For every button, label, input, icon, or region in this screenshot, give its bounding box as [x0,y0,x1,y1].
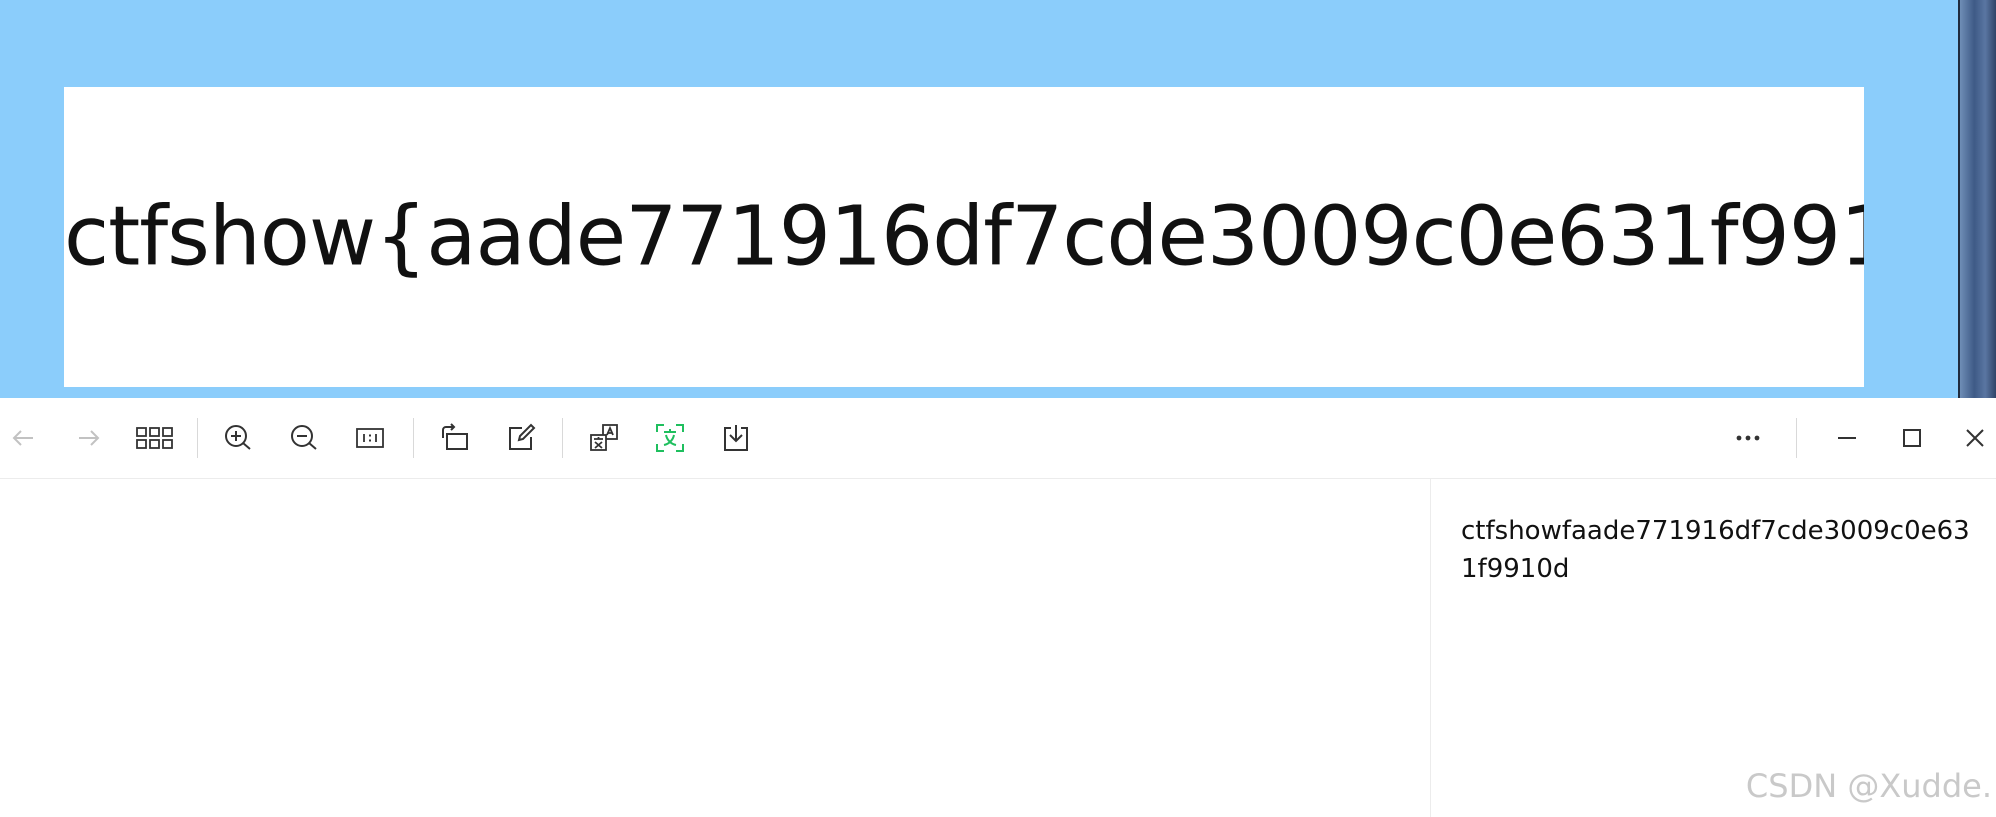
zoom-in-button[interactable] [216,416,260,460]
back-button[interactable] [1,416,45,460]
actual-size-button[interactable] [348,416,392,460]
displayed-image: ctfshow{aade771916df7cde3009c0e631f9910d… [64,87,1864,387]
maximize-icon [1903,429,1921,447]
minimize-icon [1838,437,1856,439]
ocr-result-text[interactable]: ctfshowfaade771916df7cde3009c0e631f9910d [1461,512,1981,588]
arrow-right-icon [79,430,100,446]
translate-button[interactable] [582,416,626,460]
more-icon [1736,435,1760,441]
save-button[interactable] [714,416,758,460]
rotate-button[interactable] [433,416,477,460]
edit-button[interactable] [499,416,543,460]
zoom-out-icon [291,425,317,450]
download-icon [724,425,748,451]
watermark: CSDN @Xudde. [1745,767,1992,805]
ocr-result-panel: ctfshowfaade771916df7cde3009c0e631f9910d… [1431,479,1996,817]
maximize-button[interactable] [1890,416,1934,460]
image-flag-text: ctfshow{aade771916df7cde3009c0e631f9910d… [64,189,1864,285]
image-canvas: ctfshow{aade771916df7cde3009c0e631f9910d… [0,0,1996,398]
more-button[interactable] [1726,416,1770,460]
minimize-button[interactable] [1825,416,1869,460]
toolbar-separator [1796,418,1797,458]
viewer-toolbar [0,398,1996,479]
translate-icon [590,424,618,451]
arrow-left-icon [12,430,33,446]
grid-icon [136,427,173,449]
desktop-background-edge [1960,0,1996,398]
close-button[interactable] [1955,416,1995,460]
ocr-icon [656,424,684,452]
actual-size-icon [356,428,384,448]
viewer-empty-area [0,479,1430,817]
edit-icon [509,423,536,450]
grid-view-button[interactable] [132,416,178,460]
zoom-out-button[interactable] [282,416,326,460]
forward-button[interactable] [67,416,111,460]
close-icon [1966,429,1984,447]
toolbar-separator [413,418,414,458]
toolbar-separator [197,418,198,458]
rotate-icon [442,423,468,450]
toolbar-separator [562,418,563,458]
ocr-button[interactable] [648,416,692,460]
zoom-in-icon [225,425,251,450]
